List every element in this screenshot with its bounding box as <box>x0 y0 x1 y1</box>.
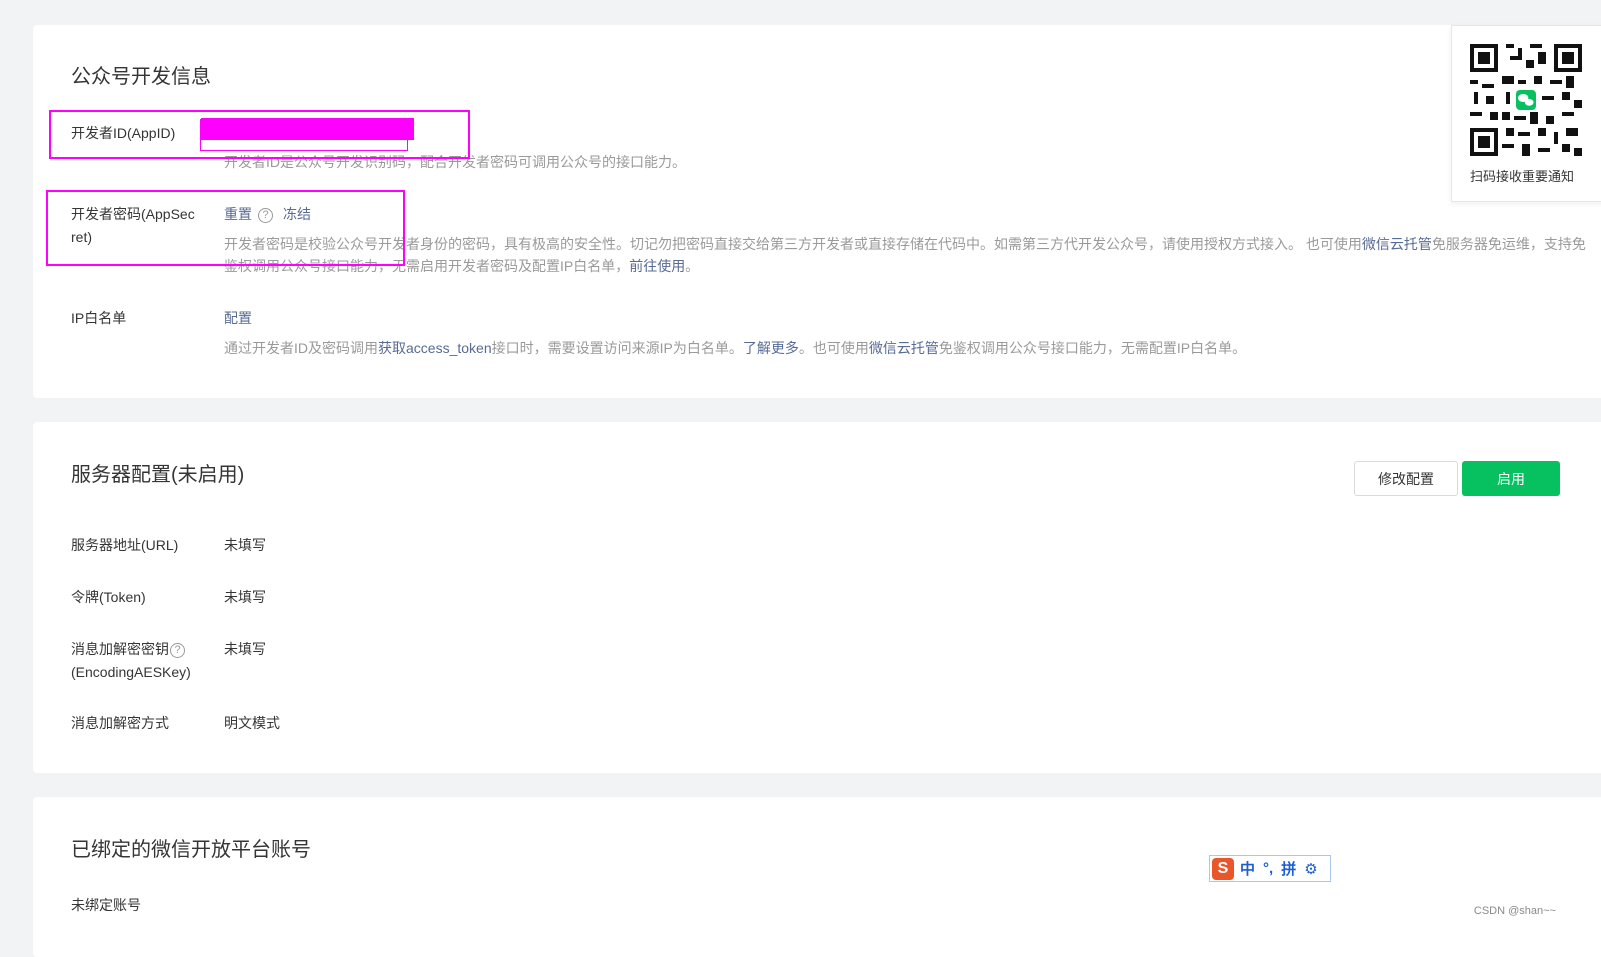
modify-config-button[interactable]: 修改配置 <box>1354 461 1458 496</box>
encryption-mode-label: 消息加解密方式 <box>71 715 169 731</box>
wechat-cloud-hosting-link[interactable]: 微信云托管 <box>1362 236 1432 252</box>
server-url-label: 服务器地址(URL) <box>71 537 179 553</box>
appid-desc: 开发者ID是公众号开发识别码，配合开发者密码可调用公众号的接口能力。 <box>224 154 686 170</box>
wechat-cloud-hosting-link-2[interactable]: 微信云托管 <box>869 340 939 356</box>
ime-mode[interactable]: 中 <box>1240 858 1255 879</box>
encryption-mode-value: 明文模式 <box>224 715 280 731</box>
reset-secret-link[interactable]: 重置 <box>224 206 252 222</box>
aes-key-value: 未填写 <box>224 641 266 657</box>
access-token-link[interactable]: 获取access_token <box>378 340 492 356</box>
open-platform-card: 已绑定的微信开放平台账号 未绑定账号 <box>33 797 1601 957</box>
open-platform-status: 未绑定账号 <box>71 897 141 913</box>
dev-info-title: 公众号开发信息 <box>71 66 211 88</box>
appsecret-actions: 重置? 冻结 <box>224 203 311 225</box>
token-value: 未填写 <box>224 589 266 605</box>
ip-whitelist-label: IP白名单 <box>71 310 127 326</box>
ime-pinyin[interactable]: 拼 <box>1281 858 1296 879</box>
sogou-logo-icon: S <box>1212 857 1234 880</box>
server-config-title: 服务器配置(未启用) <box>71 464 245 486</box>
freeze-secret-link[interactable]: 冻结 <box>283 206 311 222</box>
qr-code-icon <box>1470 44 1582 156</box>
help-icon[interactable]: ? <box>170 642 185 658</box>
token-label: 令牌(Token) <box>71 589 146 605</box>
ime-punct[interactable]: °, <box>1263 860 1273 877</box>
watermark: CSDN @shan~~ <box>1473 905 1556 917</box>
appid-label: 开发者ID(AppID) <box>71 125 176 141</box>
ip-whitelist-config: 配置 <box>224 307 252 329</box>
help-icon[interactable]: ? <box>258 207 273 223</box>
gear-icon[interactable]: ⚙ <box>1304 860 1317 878</box>
enable-button[interactable]: 启用 <box>1462 461 1560 496</box>
learn-more-link[interactable]: 了解更多 <box>743 340 799 356</box>
appid-redaction <box>201 118 414 140</box>
open-platform-title: 已绑定的微信开放平台账号 <box>71 839 311 861</box>
go-use-link[interactable]: 前往使用 <box>629 258 685 274</box>
appsecret-label: 开发者密码(AppSec ret) <box>71 206 195 245</box>
qr-panel: 扫码接收重要通知 <box>1451 25 1601 202</box>
server-config-card: 服务器配置(未启用) 修改配置 启用 服务器地址(URL) 未填写 令牌(Tok… <box>33 422 1601 773</box>
server-url-value: 未填写 <box>224 537 266 553</box>
ime-toolbar[interactable]: S 中 °, 拼 ⚙ <box>1209 855 1331 882</box>
aes-key-label: 消息加解密密钥? (EncodingAESKey) <box>71 641 191 680</box>
ip-config-link[interactable]: 配置 <box>224 310 252 326</box>
ip-whitelist-desc: 通过开发者ID及密码调用获取access_token接口时，需要设置访问来源IP… <box>224 340 1247 356</box>
appsecret-desc: 开发者密码是校验公众号开发者身份的密码，具有极高的安全性。切记勿把密码直接交给第… <box>224 236 1586 274</box>
qr-caption: 扫码接收重要通知 <box>1470 169 1575 184</box>
dev-info-card: 公众号开发信息 开发者ID(AppID) 开发者ID是公众号开发识别码，配合开发… <box>33 25 1601 398</box>
